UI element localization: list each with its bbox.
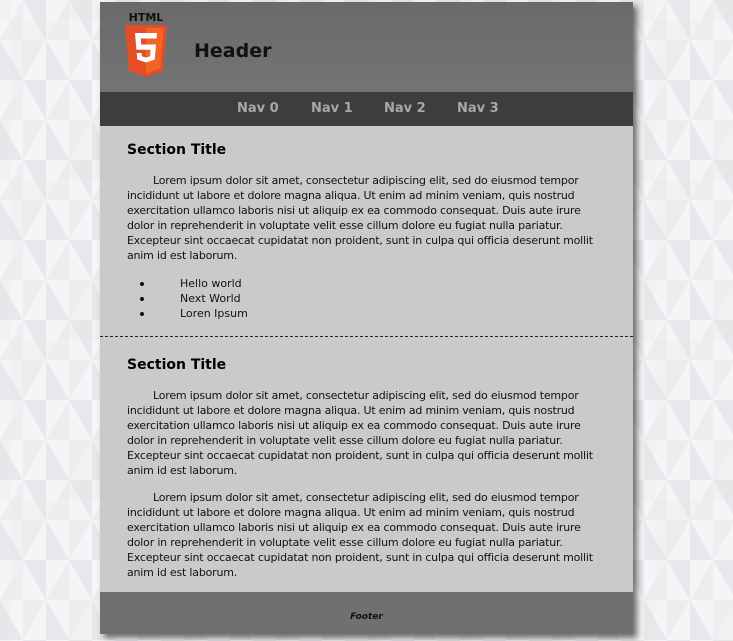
section-title: Section Title xyxy=(127,357,227,373)
page-container: HTML Header Nav 0 Nav 1 Nav 2 Nav 3 Sect… xyxy=(100,2,633,634)
section-1: Section Title Lorem ipsum dolor sit amet… xyxy=(100,126,633,336)
section-paragraph: Lorem ipsum dolor sit amet, consectetur … xyxy=(127,491,593,579)
nav-bar: Nav 0 Nav 1 Nav 2 Nav 3 xyxy=(100,92,633,126)
header-bar: HTML Header xyxy=(100,2,633,92)
footer-text: Footer xyxy=(350,612,383,622)
section-2: Section Title Lorem ipsum dolor sit amet… xyxy=(100,337,633,592)
bullet-icon xyxy=(140,312,144,316)
bullet-list: Hello world Next World Loren Ipsum xyxy=(127,276,248,321)
section-paragraph: Lorem ipsum dolor sit amet, consectetur … xyxy=(127,389,593,477)
logo-text: HTML xyxy=(129,11,164,24)
section-title: Section Title xyxy=(127,142,227,158)
header-title: Header xyxy=(194,40,272,62)
html5-logo-icon: HTML xyxy=(125,11,167,77)
list-item-label: Hello world xyxy=(180,277,242,290)
bullet-icon xyxy=(140,297,144,301)
list-item-label: Loren Ipsum xyxy=(180,307,248,320)
footer-bar: Footer xyxy=(100,592,633,634)
nav-item-0[interactable]: Nav 0 xyxy=(237,101,279,117)
list-item-label: Next World xyxy=(180,292,241,305)
nav-item-2[interactable]: Nav 2 xyxy=(384,101,426,117)
list-item: Loren Ipsum xyxy=(127,306,248,321)
list-item: Next World xyxy=(127,291,248,306)
bullet-icon xyxy=(140,282,144,286)
section-paragraph: Lorem ipsum dolor sit amet, consectetur … xyxy=(127,174,593,262)
list-item: Hello world xyxy=(127,276,248,291)
nav-item-3[interactable]: Nav 3 xyxy=(457,101,499,117)
nav-item-1[interactable]: Nav 1 xyxy=(311,101,353,117)
